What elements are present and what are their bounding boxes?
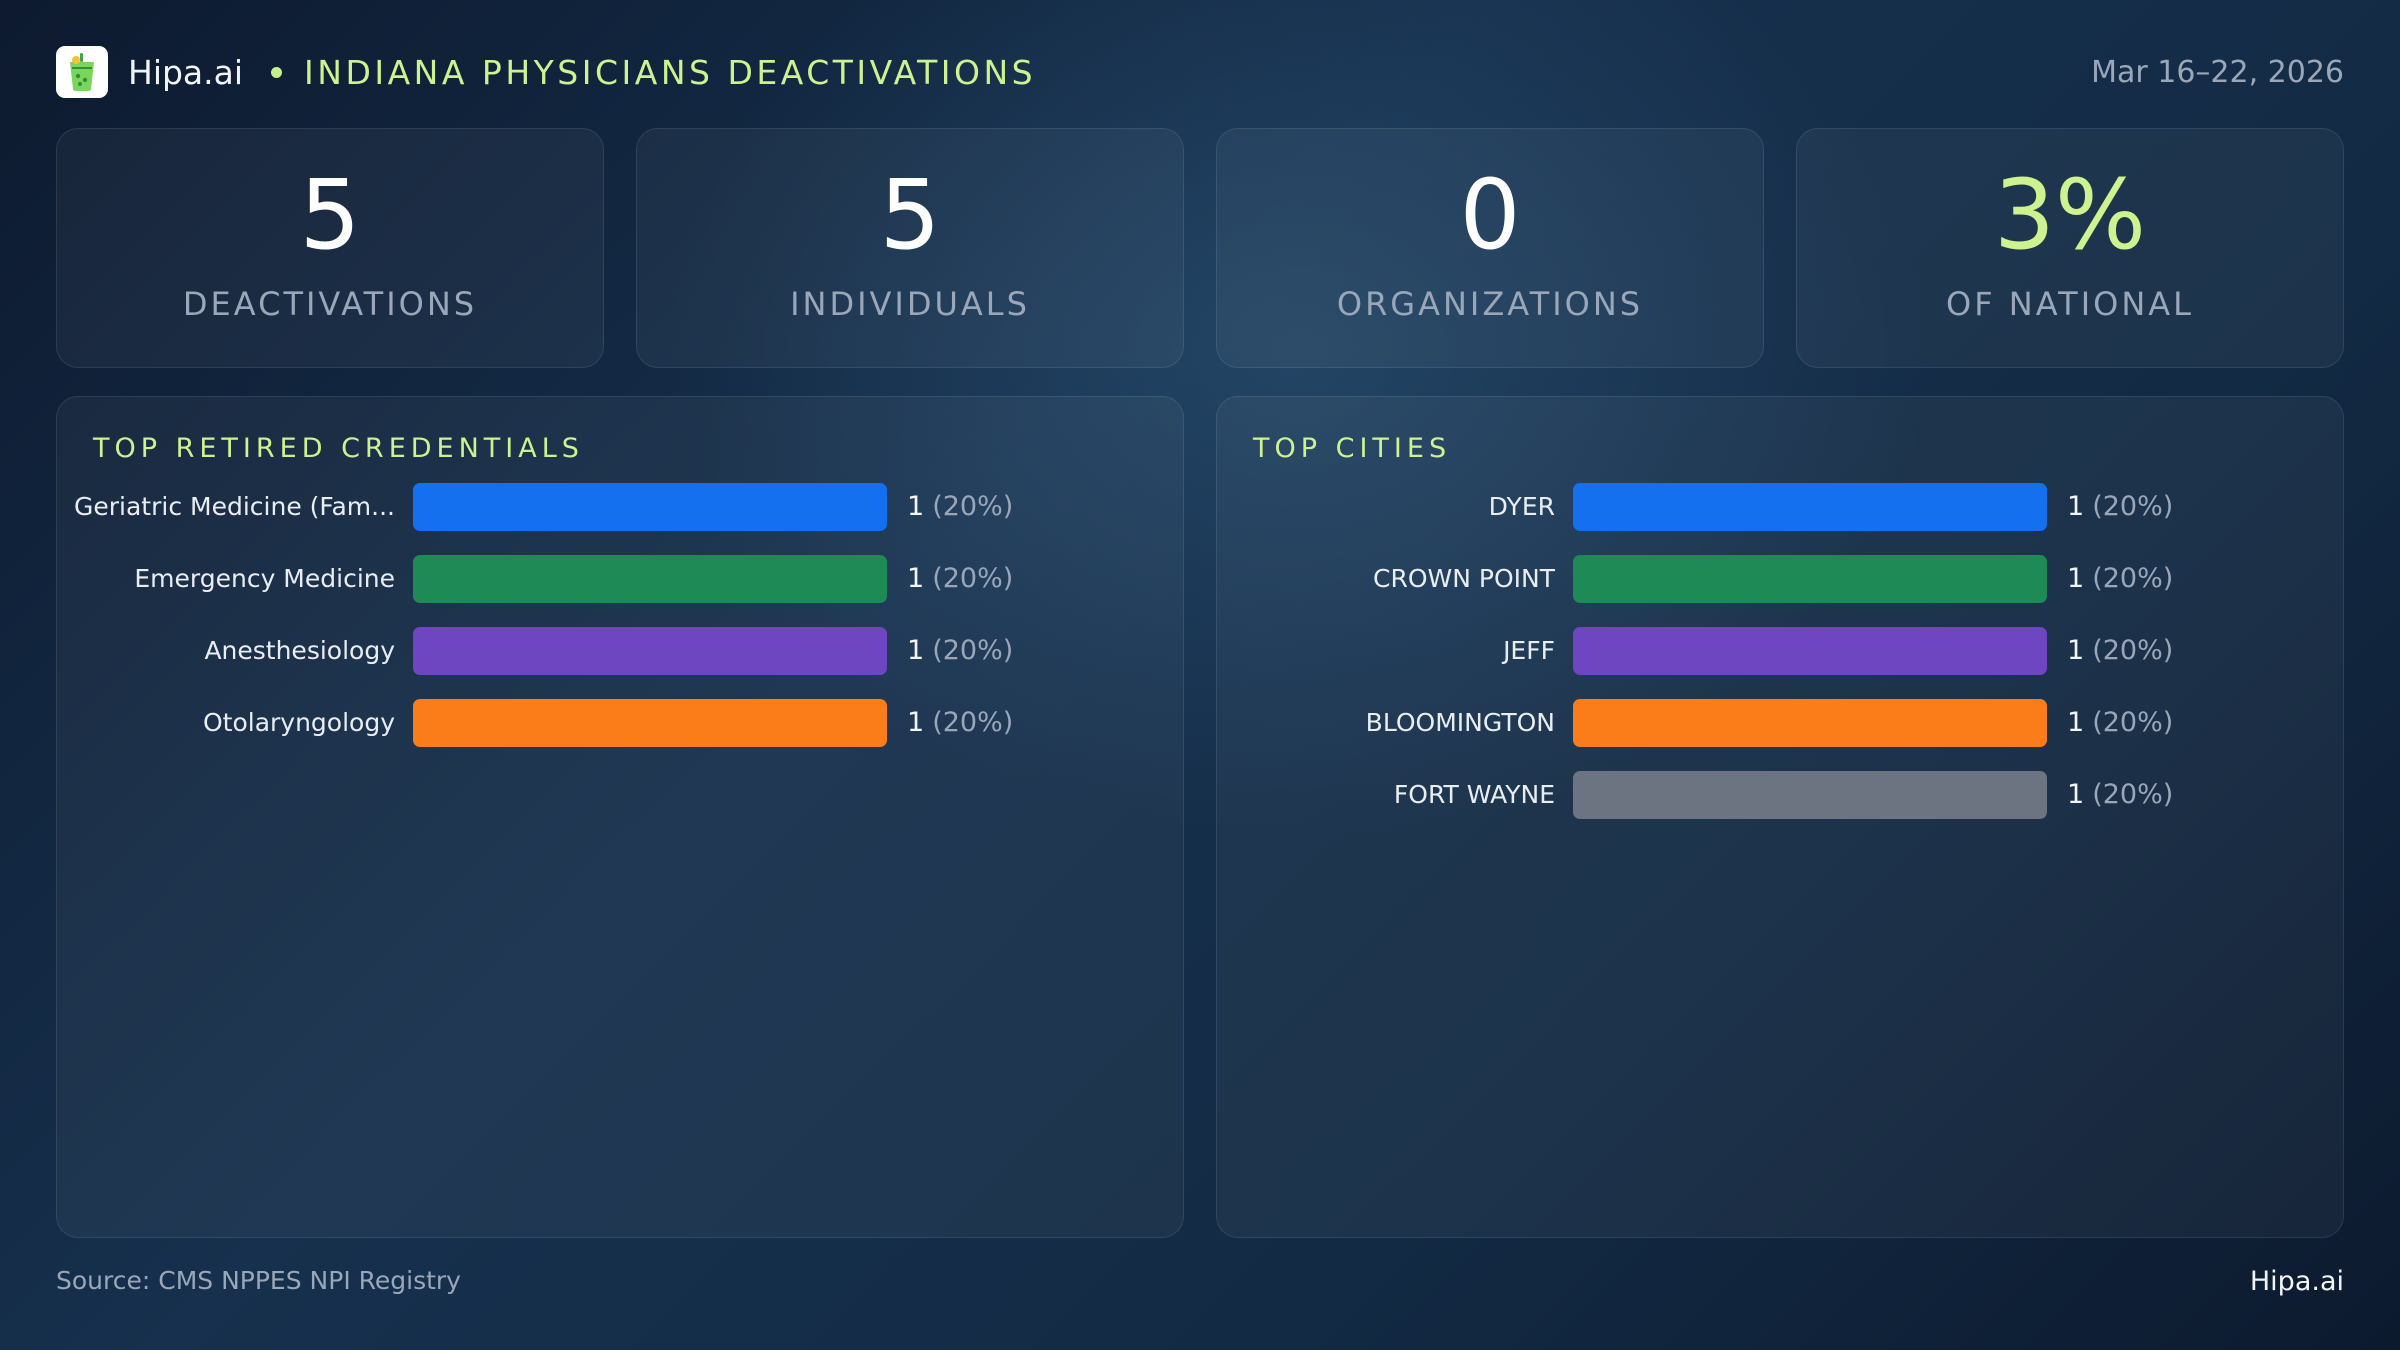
- bar-percent: (20%): [932, 563, 1014, 594]
- kpi-card-organizations: 0 ORGANIZATIONS: [1216, 128, 1764, 368]
- bar-percent: (20%): [2092, 707, 2174, 738]
- bar-count: 1: [907, 491, 925, 522]
- bar-percent: (20%): [2092, 779, 2174, 810]
- bar: [413, 555, 887, 603]
- brand-name: Hipa.ai: [128, 52, 244, 92]
- bar-count: 1: [2067, 779, 2085, 810]
- bar-track: [1573, 483, 2047, 531]
- bar-value-label: 1 (20%): [2067, 555, 2173, 603]
- date-range: Mar 16–22, 2026: [2091, 54, 2344, 90]
- bar-row: BLOOMINGTON 1 (20%): [1217, 699, 2343, 747]
- bar-row: DYER 1 (20%): [1217, 483, 2343, 531]
- bar-value-label: 1 (20%): [2067, 627, 2173, 675]
- kpi-value: 0: [1459, 159, 1521, 271]
- bar-count: 1: [2067, 635, 2085, 666]
- bar-count: 1: [907, 707, 925, 738]
- bar: [413, 627, 887, 675]
- bar-row: FORT WAYNE 1 (20%): [1217, 771, 2343, 819]
- bar-track: [413, 555, 887, 603]
- bar: [413, 483, 887, 531]
- cities-panel: TOP CITIES DYER 1 (20%) CROWN POINT 1 (20%) JE…: [1216, 396, 2344, 1238]
- kpi-value: 5: [879, 159, 941, 271]
- bar-percent: (20%): [932, 491, 1014, 522]
- bar-value-label: 1 (20%): [907, 627, 1013, 675]
- kpi-row: 5 DEACTIVATIONS 5 INDIVIDUALS 0 ORGANIZA…: [56, 128, 2344, 368]
- header: Hipa.ai INDIANA PHYSICIANS DEACTIVATIONS…: [56, 46, 2344, 98]
- bar-value-label: 1 (20%): [907, 699, 1013, 747]
- bar-track: [413, 627, 887, 675]
- bar-percent: (20%): [2092, 635, 2174, 666]
- footer-brand: Hipa.ai: [2249, 1266, 2344, 1297]
- bar-percent: (20%): [932, 635, 1014, 666]
- bar-row: Geriatric Medicine (Fam... 1 (20%): [57, 483, 1183, 531]
- bar-label: Emergency Medicine: [134, 564, 395, 593]
- bar-track: [1573, 555, 2047, 603]
- kpi-label: DEACTIVATIONS: [182, 285, 478, 323]
- bar-label: CROWN POINT: [1373, 564, 1555, 593]
- bar-row: CROWN POINT 1 (20%): [1217, 555, 2343, 603]
- report-title: INDIANA PHYSICIANS DEACTIVATIONS: [304, 52, 1037, 92]
- bar-count: 1: [907, 563, 925, 594]
- bar: [1573, 483, 2047, 531]
- kpi-label: OF NATIONAL: [1946, 285, 2194, 323]
- bar-count: 1: [2067, 563, 2085, 594]
- bar-value-label: 1 (20%): [2067, 771, 2173, 819]
- bar-value-label: 1 (20%): [2067, 483, 2173, 531]
- kpi-value: 5: [299, 159, 361, 271]
- bar-label: Anesthesiology: [204, 636, 395, 665]
- panel-title: TOP RETIRED CREDENTIALS: [93, 433, 584, 464]
- bar: [1573, 555, 2047, 603]
- credentials-panel: TOP RETIRED CREDENTIALS Geriatric Medici…: [56, 396, 1184, 1238]
- bar-track: [1573, 771, 2047, 819]
- kpi-label: ORGANIZATIONS: [1336, 285, 1644, 323]
- bar: [1573, 699, 2047, 747]
- bar-track: [413, 699, 887, 747]
- bar-value-label: 1 (20%): [2067, 699, 2173, 747]
- panel-title: TOP CITIES: [1253, 433, 1452, 464]
- bar-count: 1: [2067, 707, 2085, 738]
- bar-label: Otolaryngology: [202, 708, 395, 737]
- bar-percent: (20%): [2092, 563, 2174, 594]
- bar-percent: (20%): [2092, 491, 2174, 522]
- bar-label: DYER: [1488, 492, 1555, 521]
- drink-cup-icon: [56, 46, 108, 98]
- bar-track: [413, 483, 887, 531]
- kpi-value: 3%: [1993, 159, 2147, 271]
- kpi-label: INDIVIDUALS: [790, 285, 1030, 323]
- bar-label: JEFF: [1503, 636, 1555, 665]
- kpi-card-deactivations: 5 DEACTIVATIONS: [56, 128, 604, 368]
- separator-dot: [271, 66, 283, 78]
- bar: [1573, 771, 2047, 819]
- bar-value-label: 1 (20%): [907, 555, 1013, 603]
- bar-label: Geriatric Medicine (Fam...: [74, 492, 395, 521]
- bar: [413, 699, 887, 747]
- bar-value-label: 1 (20%): [907, 483, 1013, 531]
- bar: [1573, 627, 2047, 675]
- bar-row: Anesthesiology 1 (20%): [57, 627, 1183, 675]
- bar-count: 1: [2067, 491, 2085, 522]
- bar-row: Emergency Medicine 1 (20%): [57, 555, 1183, 603]
- bar-label: FORT WAYNE: [1393, 780, 1555, 809]
- bar-row: JEFF 1 (20%): [1217, 627, 2343, 675]
- kpi-card-of-national: 3% OF NATIONAL: [1796, 128, 2344, 368]
- source-note: Source: CMS NPPES NPI Registry: [56, 1266, 461, 1295]
- bar-track: [1573, 699, 2047, 747]
- bar-label: BLOOMINGTON: [1365, 708, 1555, 737]
- bar-count: 1: [907, 635, 925, 666]
- bar-row: Otolaryngology 1 (20%): [57, 699, 1183, 747]
- bar-track: [1573, 627, 2047, 675]
- kpi-card-individuals: 5 INDIVIDUALS: [636, 128, 1184, 368]
- bar-percent: (20%): [932, 707, 1014, 738]
